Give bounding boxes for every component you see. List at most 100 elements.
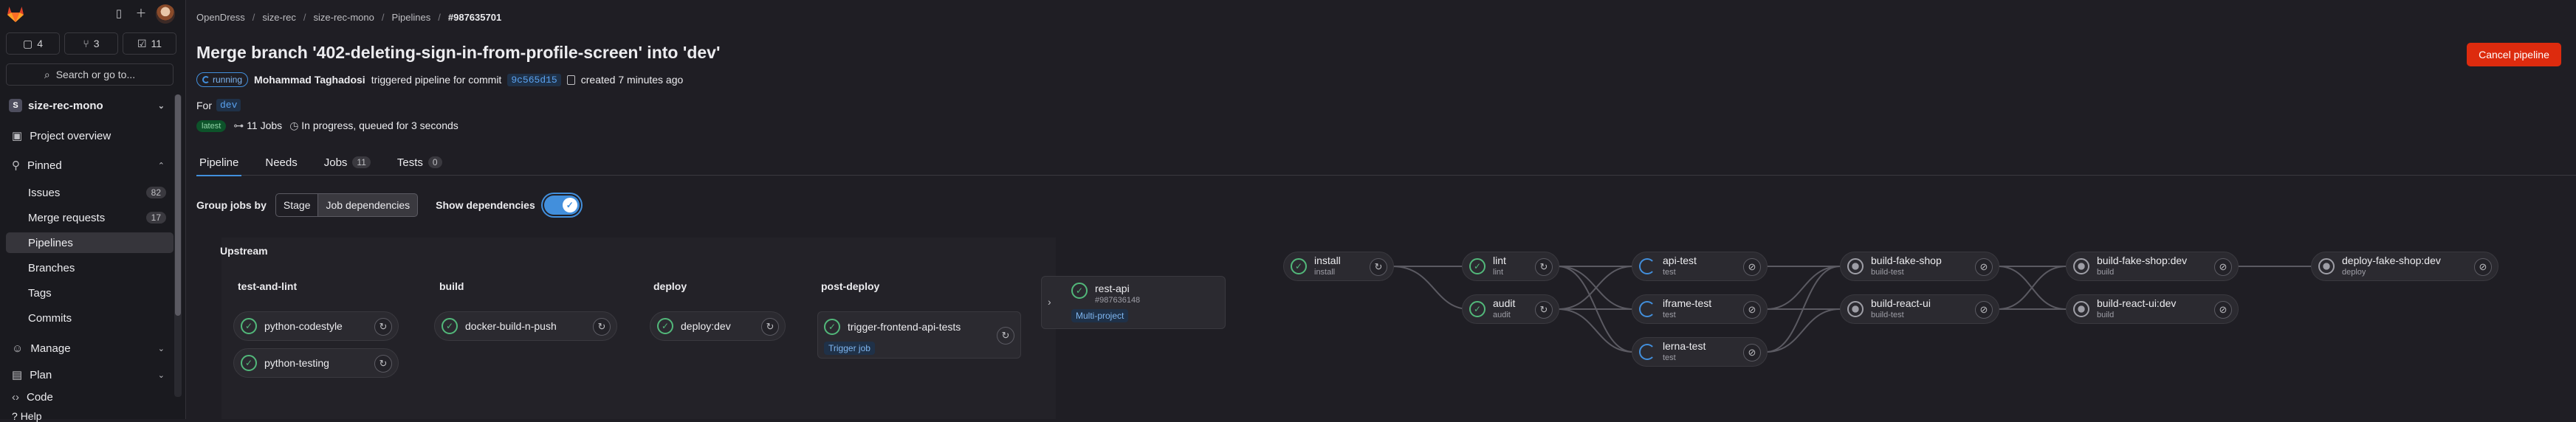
created-icon	[2318, 258, 2335, 274]
sidebar-section-manage[interactable]: ☺ Manage ⌄	[6, 338, 174, 359]
cancel-icon[interactable]: ⊘	[1975, 258, 1993, 276]
running-icon	[1639, 301, 1655, 317]
todos-count-button[interactable]: ☑ 11	[123, 32, 176, 55]
job-stage: build	[2097, 311, 2115, 319]
job-build-react-ui[interactable]: build-react-ui build-test ⊘	[1840, 294, 1999, 324]
running-icon	[1639, 344, 1655, 360]
job-name: build-react-ui	[1871, 297, 1931, 309]
sidebar-item-issues[interactable]: Issues 82	[6, 182, 174, 203]
cancel-icon[interactable]: ⊘	[1743, 301, 1761, 319]
sidebar-item-tags[interactable]: Tags	[6, 283, 174, 303]
retry-icon[interactable]: ↻	[1535, 301, 1553, 319]
cancel-icon[interactable]: ⊘	[1743, 344, 1761, 362]
job-name: build-react-ui:dev	[2097, 297, 2177, 309]
issues-count: 4	[37, 38, 44, 49]
chevron-down-icon: ⌄	[157, 101, 165, 111]
job-api-test[interactable]: api-test test ⊘	[1632, 252, 1768, 281]
job-name: build-fake-shop	[1871, 255, 1942, 266]
job-install[interactable]: ✓ install install ↻	[1283, 252, 1394, 281]
help-label: Help	[20, 410, 42, 422]
job-name: api-test	[1663, 255, 1697, 266]
link-lerna-build-react-ui	[1765, 308, 1841, 353]
sidebar-item-project-overview[interactable]: ▣ Project overview	[6, 125, 174, 146]
sidebar-section-code[interactable]: ‹› Code	[6, 391, 174, 401]
running-icon	[1639, 258, 1655, 274]
cancel-icon[interactable]: ⊘	[1743, 258, 1761, 276]
job-stage: deploy	[2342, 268, 2366, 277]
sidebar-item-label: Commits	[28, 311, 72, 325]
link-audit-api-test	[1557, 266, 1634, 310]
job-build-fake-shop-dev[interactable]: build-fake-shop:dev build ⊘	[2066, 252, 2239, 281]
job-name: build-fake-shop:dev	[2097, 255, 2188, 266]
job-audit[interactable]: ✓ audit audit ↻	[1462, 294, 1559, 324]
plan-icon: ▤	[12, 369, 23, 381]
search-button[interactable]: ⌕ Search or go to...	[6, 63, 174, 86]
merge-requests-count-button[interactable]: ⑂ 3	[64, 32, 118, 55]
job-name: lerna-test	[1663, 340, 1706, 352]
cancel-icon[interactable]: ⊘	[1975, 301, 1993, 319]
job-stage: test	[1663, 353, 1676, 362]
retry-icon[interactable]: ↻	[1370, 258, 1387, 276]
help-icon: ?	[12, 410, 18, 422]
cancel-icon[interactable]: ⊘	[2214, 301, 2232, 319]
job-name: install	[1314, 255, 1341, 266]
sidebar-top: ▯ ＋	[0, 0, 185, 30]
sidebar-section-pinned[interactable]: ⚲ Pinned ⌃	[6, 155, 174, 176]
job-label: audit audit	[1493, 297, 1515, 321]
job-label: lint lint	[1493, 255, 1506, 278]
job-label: install install	[1314, 255, 1341, 278]
job-lint[interactable]: ✓ lint lint ↻	[1462, 252, 1559, 281]
merge-requests-count: 3	[93, 38, 100, 49]
job-label: build-fake-shop build-test	[1871, 255, 1942, 278]
job-stage: audit	[1493, 311, 1511, 319]
success-icon: ✓	[1469, 258, 1486, 274]
scrollbar-thumb[interactable]	[175, 94, 181, 316]
created-icon	[1847, 301, 1864, 317]
job-build-fake-shop[interactable]: build-fake-shop build-test ⊘	[1840, 252, 1999, 281]
sidebar-item-label: Branches	[28, 261, 75, 274]
gitlab-logo-icon[interactable]	[6, 4, 25, 24]
sidebar-section-plan[interactable]: ▤ Plan ⌄	[6, 364, 174, 385]
sidebar-item-commits[interactable]: Commits	[6, 308, 174, 328]
job-stage: build	[2097, 268, 2115, 277]
cancel-icon[interactable]: ⊘	[2474, 258, 2492, 276]
sidebar-item-merge-requests[interactable]: Merge requests 17	[6, 207, 174, 228]
chevron-down-icon: ⌄	[157, 344, 165, 353]
merge-request-icon: ⑂	[83, 38, 89, 49]
job-stage: test	[1663, 311, 1676, 319]
sidebar-item-label: Plan	[30, 368, 52, 381]
sidebar-item-label: Project overview	[30, 129, 111, 142]
retry-icon[interactable]: ↻	[1535, 258, 1553, 276]
job-stage: lint	[1493, 268, 1504, 277]
search-icon: ⌕	[44, 68, 50, 80]
sidebar: ▯ ＋ ▢ 4 ⑂ 3 ☑ 11 ⌕ Search or go to... S size…	[0, 0, 186, 422]
sidebar-item-label: Manage	[30, 342, 71, 355]
sidebar-item-label: Tags	[28, 286, 52, 300]
job-lerna-test[interactable]: lerna-test test ⊘	[1632, 337, 1768, 367]
sidebar-item-label: Issues	[28, 186, 61, 199]
sidebar-item-branches[interactable]: Branches	[6, 257, 174, 278]
job-label: api-test test	[1663, 255, 1697, 278]
sidebar-scrollbar[interactable]	[174, 94, 182, 397]
issues-badge: 82	[145, 187, 166, 198]
job-build-react-ui-dev[interactable]: build-react-ui:dev build ⊘	[2066, 294, 2239, 324]
project-switcher[interactable]: S size-rec-mono ⌄	[6, 94, 174, 117]
todo-icon: ☑	[137, 37, 147, 49]
success-icon: ✓	[1469, 301, 1486, 317]
project-icon: ▣	[12, 130, 23, 142]
issues-icon: ▢	[22, 37, 33, 49]
sidebar-item-pipelines[interactable]: Pipelines	[6, 232, 174, 253]
sidebar-toggle-icon[interactable]: ▯	[112, 7, 126, 21]
cancel-icon[interactable]: ⊘	[2214, 258, 2232, 276]
job-stage: install	[1314, 268, 1336, 277]
help-button[interactable]: ? Help	[12, 410, 41, 422]
sidebar-counts: ▢ 4 ⑂ 3 ☑ 11	[6, 32, 176, 55]
issues-count-button[interactable]: ▢ 4	[6, 32, 60, 55]
project-name: size-rec-mono	[28, 99, 103, 112]
job-label: deploy-fake-shop:dev deploy	[2342, 255, 2441, 278]
job-label: build-react-ui build-test	[1871, 297, 1931, 321]
create-new-icon[interactable]: ＋	[134, 7, 148, 21]
user-avatar[interactable]	[156, 4, 175, 24]
job-deploy-fake-shop-dev[interactable]: deploy-fake-shop:dev deploy ⊘	[2311, 252, 2498, 281]
job-iframe-test[interactable]: iframe-test test ⊘	[1632, 294, 1768, 324]
